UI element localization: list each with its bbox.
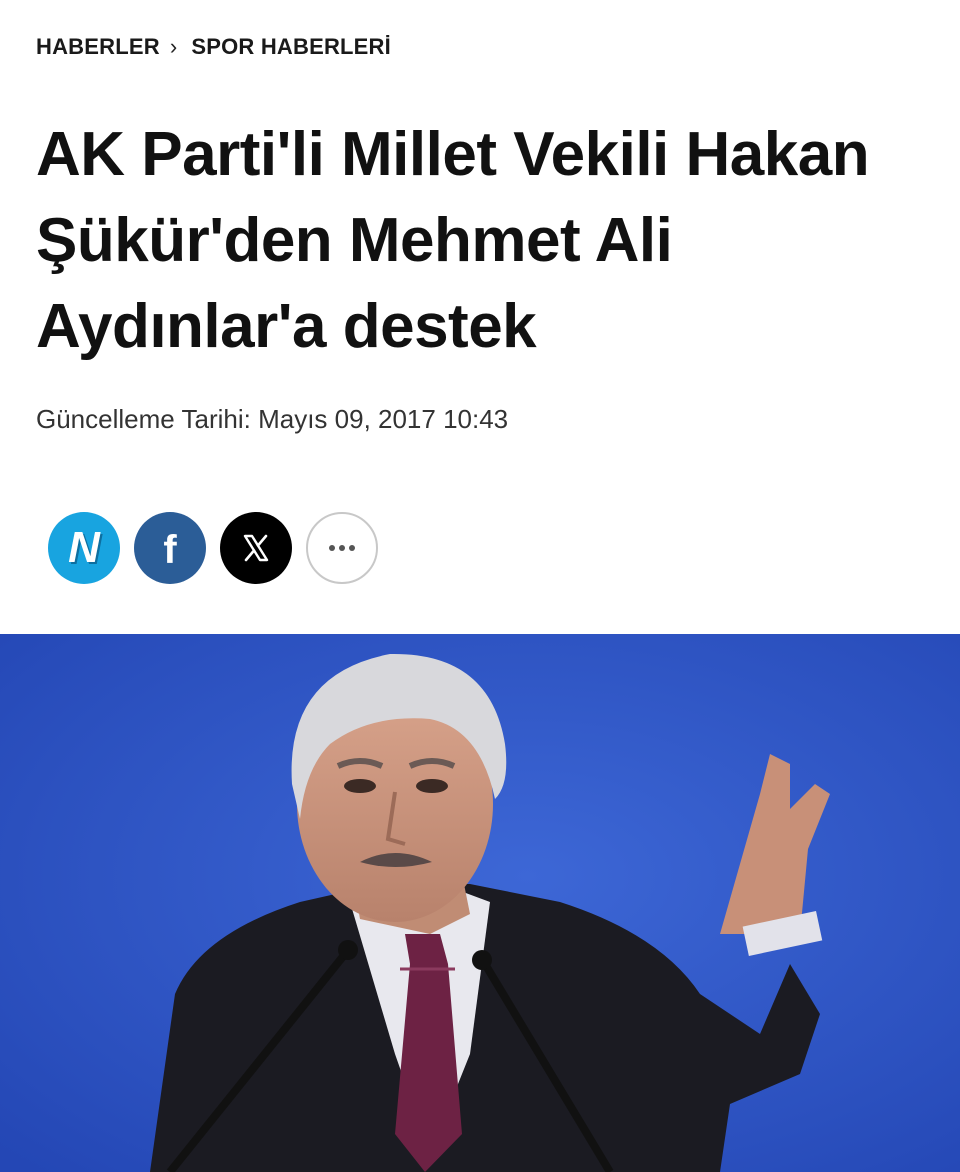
breadcrumb-haberler[interactable]: HABERLER [36, 34, 160, 60]
breadcrumb-spor-haberleri[interactable]: SPOR HABERLERİ [191, 34, 391, 60]
share-bar: N f [48, 512, 378, 584]
share-more-button[interactable] [306, 512, 378, 584]
news-n-icon: N [68, 523, 100, 572]
share-facebook-button[interactable]: f [134, 512, 206, 584]
article-page: HABERLER › SPOR HABERLERİ AK Parti'li Mi… [0, 0, 960, 1172]
x-twitter-icon [243, 534, 269, 562]
update-date-label: Güncelleme Tarihi: [36, 404, 251, 434]
update-date: Güncelleme Tarihi: Mayıs 09, 2017 10:43 [36, 404, 508, 435]
chevron-right-icon: › [169, 34, 178, 59]
article-title: AK Parti'li Millet Vekili Hakan Şükür'de… [36, 120, 870, 361]
breadcrumb: HABERLER › SPOR HABERLERİ [36, 34, 391, 60]
facebook-icon: f [163, 527, 177, 572]
update-date-value: Mayıs 09, 2017 10:43 [258, 404, 509, 434]
article-photo[interactable] [0, 634, 960, 1172]
share-x-button[interactable] [220, 512, 292, 584]
share-news-button[interactable]: N [48, 512, 120, 584]
more-icon [329, 545, 355, 551]
article-photo-illustration [0, 634, 960, 1172]
